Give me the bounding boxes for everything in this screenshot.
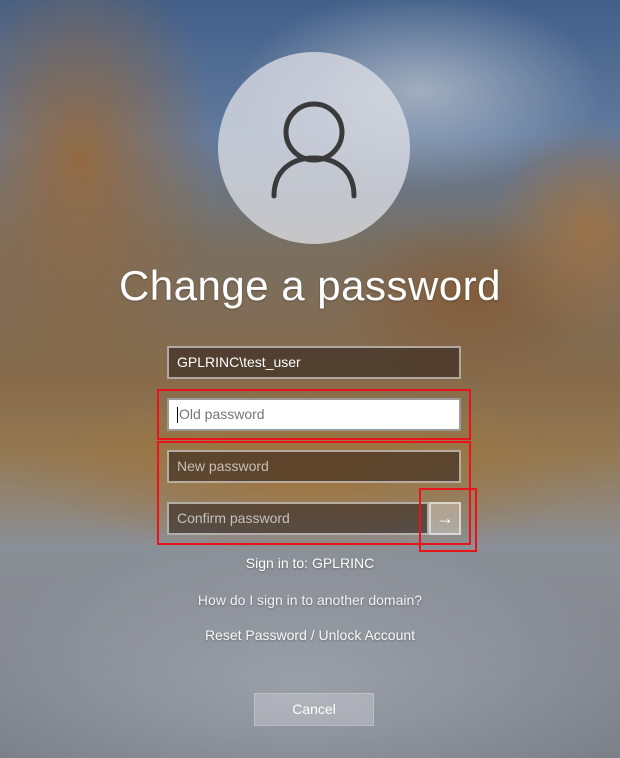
highlight-box-submit [419, 488, 477, 552]
username-field[interactable]: GPLRINC\test_user [167, 346, 461, 379]
highlight-box-old-password [157, 389, 471, 440]
user-avatar [218, 52, 410, 244]
user-silhouette-icon [271, 101, 357, 199]
sign-in-to-domain-text: Sign in to: GPLRINC [245, 555, 375, 571]
username-value: GPLRINC\test_user [177, 354, 301, 370]
page-title: Change a password [118, 262, 502, 309]
reset-unlock-link[interactable]: Reset Password / Unlock Account [0, 627, 620, 643]
cancel-button[interactable]: Cancel [254, 693, 374, 726]
other-domain-link[interactable]: How do I sign in to another domain? [0, 592, 620, 608]
